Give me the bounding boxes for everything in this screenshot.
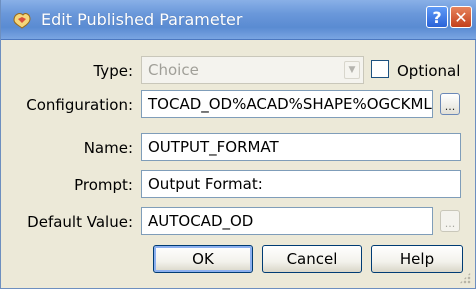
- optional-checkbox[interactable]: [371, 60, 389, 78]
- type-label: Type:: [93, 62, 133, 80]
- configuration-field[interactable]: TOCAD_OD%ACAD%SHAPE%OGCKML: [141, 90, 433, 118]
- default-value-browse-button[interactable]: ...: [440, 210, 460, 232]
- default-value-field[interactable]: AUTOCAD_OD: [141, 207, 433, 235]
- configuration-browse-button[interactable]: ...: [440, 93, 460, 115]
- resize-grip-icon[interactable]: [459, 272, 471, 284]
- type-select-value: Choice: [148, 61, 199, 79]
- app-icon: [13, 13, 31, 29]
- default-value-label: Default Value:: [27, 213, 133, 231]
- close-x-icon[interactable]: ✕: [450, 6, 472, 28]
- configuration-label: Configuration:: [26, 96, 133, 114]
- edit-published-parameter-dialog: Edit Published Parameter ? ✕ Type: Choic…: [0, 0, 476, 289]
- prompt-label: Prompt:: [74, 176, 133, 194]
- prompt-field[interactable]: Output Format:: [141, 170, 461, 198]
- optional-label: Optional: [397, 62, 461, 80]
- type-select[interactable]: Choice ▼: [141, 56, 364, 84]
- ok-button[interactable]: OK: [153, 245, 253, 273]
- chevron-down-icon: ▼: [344, 61, 360, 79]
- title-bar[interactable]: Edit Published Parameter ? ✕: [1, 0, 476, 40]
- question-icon[interactable]: ?: [426, 6, 448, 28]
- cancel-button[interactable]: Cancel: [262, 245, 362, 273]
- name-field[interactable]: OUTPUT_FORMAT: [141, 133, 461, 161]
- window-title: Edit Published Parameter: [41, 10, 243, 29]
- name-label: Name:: [83, 139, 133, 157]
- help-button[interactable]: Help: [371, 245, 463, 273]
